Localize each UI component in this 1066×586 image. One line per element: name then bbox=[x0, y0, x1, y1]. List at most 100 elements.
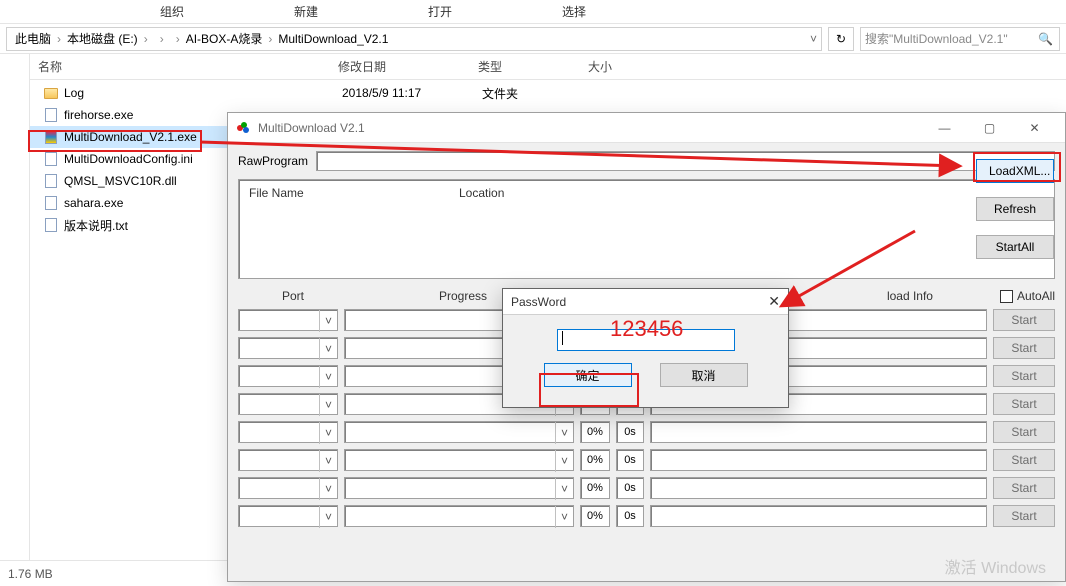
nav-row: 此电脑› 本地磁盘 (E:)› › › AI-BOX-A烧录› MultiDow… bbox=[0, 24, 1066, 54]
search-input[interactable]: 搜索"MultiDownload_V2.1" 🔍 bbox=[860, 27, 1060, 51]
file-type: 文件夹 bbox=[482, 85, 592, 102]
progress-percent: 0% bbox=[580, 505, 610, 527]
ribbon-tabs: 组织 新建 打开 选择 bbox=[0, 0, 1066, 24]
load-info bbox=[650, 477, 987, 499]
folder-icon bbox=[42, 85, 60, 101]
rawprogram-label: RawProgram bbox=[238, 154, 308, 168]
password-dialog: PassWord ✕ 确定 取消 bbox=[502, 288, 789, 408]
progress-select[interactable]: ˅ bbox=[344, 421, 574, 443]
start-button[interactable]: Start bbox=[993, 505, 1055, 527]
chevron-down-icon: ˅ bbox=[555, 478, 573, 500]
chevron-down-icon: ˅ bbox=[319, 310, 337, 332]
chevron-down-icon: ˅ bbox=[319, 394, 337, 416]
password-ok-button[interactable]: 确定 bbox=[544, 363, 632, 387]
password-input[interactable] bbox=[557, 329, 735, 351]
col-port: Port bbox=[238, 289, 348, 303]
rawprogram-path bbox=[316, 151, 1055, 171]
ribbon-tab-new[interactable]: 新建 bbox=[294, 3, 318, 20]
port-select[interactable]: ˅ bbox=[238, 365, 338, 387]
close-icon: ✕ bbox=[1029, 121, 1039, 135]
refresh-button[interactable]: ↻ bbox=[828, 27, 854, 51]
start-button[interactable]: Start bbox=[993, 337, 1055, 359]
ribbon-tab-org[interactable]: 组织 bbox=[160, 3, 184, 20]
col-size[interactable]: 大小 bbox=[580, 58, 670, 75]
file-row-folder[interactable]: Log 2018/5/9 11:17 文件夹 bbox=[30, 82, 1066, 104]
password-title-bar[interactable]: PassWord ✕ bbox=[503, 289, 788, 315]
download-row: ˅ ˅ 0% 0s Start bbox=[238, 421, 1055, 443]
file-name: sahara.exe bbox=[60, 196, 123, 210]
breadcrumb-dropdown-icon[interactable]: ˅ bbox=[810, 32, 817, 46]
elapsed-time: 0s bbox=[616, 449, 644, 471]
exe-icon bbox=[42, 107, 60, 123]
start-button[interactable]: Start bbox=[993, 421, 1055, 443]
filelist-col-location: Location bbox=[449, 180, 514, 278]
progress-percent: 0% bbox=[580, 421, 610, 443]
search-icon: 🔍 bbox=[1038, 32, 1053, 46]
port-select[interactable]: ˅ bbox=[238, 337, 338, 359]
maximize-button[interactable]: ▢ bbox=[967, 113, 1012, 143]
chevron-down-icon: ˅ bbox=[319, 422, 337, 444]
file-name: QMSL_MSVC10R.dll bbox=[60, 174, 177, 188]
chevron-down-icon: ˅ bbox=[319, 450, 337, 472]
port-select[interactable]: ˅ bbox=[238, 421, 338, 443]
password-cancel-button[interactable]: 取消 bbox=[660, 363, 748, 387]
crumb-d4[interactable]: MultiDownload_V2.1 bbox=[274, 32, 392, 46]
file-name: 版本说明.txt bbox=[60, 217, 128, 234]
file-name: firehorse.exe bbox=[60, 108, 133, 122]
nav-tree[interactable] bbox=[0, 54, 30, 560]
start-button[interactable]: Start bbox=[993, 365, 1055, 387]
breadcrumb[interactable]: 此电脑› 本地磁盘 (E:)› › › AI-BOX-A烧录› MultiDow… bbox=[6, 27, 822, 51]
port-select[interactable]: ˅ bbox=[238, 505, 338, 527]
file-name: MultiDownload_V2.1.exe bbox=[60, 130, 197, 144]
dll-icon bbox=[42, 173, 60, 189]
close-button[interactable]: ✕ bbox=[1012, 113, 1057, 143]
start-button[interactable]: Start bbox=[993, 449, 1055, 471]
ribbon-tab-open[interactable]: 打开 bbox=[428, 3, 452, 20]
file-name: MultiDownloadConfig.ini bbox=[60, 152, 193, 166]
crumb-drive[interactable]: 本地磁盘 (E:) bbox=[63, 30, 142, 47]
progress-percent: 0% bbox=[580, 477, 610, 499]
window-title: MultiDownload V2.1 bbox=[258, 121, 365, 135]
port-select[interactable]: ˅ bbox=[238, 477, 338, 499]
file-list-header[interactable]: 名称 修改日期 类型 大小 bbox=[30, 54, 1066, 80]
txt-icon bbox=[42, 217, 60, 233]
startall-button[interactable]: StartAll bbox=[976, 235, 1054, 259]
ribbon-tab-select[interactable]: 选择 bbox=[562, 3, 586, 20]
loadxml-button[interactable]: LoadXML... bbox=[976, 159, 1054, 183]
filelist-col-filename: File Name bbox=[239, 180, 449, 278]
start-button[interactable]: Start bbox=[993, 477, 1055, 499]
port-select[interactable]: ˅ bbox=[238, 393, 338, 415]
chevron-down-icon: ˅ bbox=[555, 506, 573, 528]
crumb-root[interactable]: 此电脑 bbox=[11, 30, 55, 47]
refresh-icon: ↻ bbox=[836, 32, 846, 46]
col-name[interactable]: 名称 bbox=[30, 58, 330, 75]
progress-percent: 0% bbox=[580, 449, 610, 471]
load-info bbox=[650, 505, 987, 527]
crumb-d3[interactable]: AI-BOX-A烧录 bbox=[182, 30, 267, 47]
file-list-box[interactable]: File Name Location bbox=[238, 179, 1055, 279]
start-button[interactable]: Start bbox=[993, 393, 1055, 415]
minimize-icon: — bbox=[939, 121, 951, 135]
chevron-down-icon: ˅ bbox=[555, 422, 573, 444]
col-type[interactable]: 类型 bbox=[470, 58, 580, 75]
progress-select[interactable]: ˅ bbox=[344, 477, 574, 499]
refresh-button-md[interactable]: Refresh bbox=[976, 197, 1054, 221]
minimize-button[interactable]: — bbox=[922, 113, 967, 143]
port-select[interactable]: ˅ bbox=[238, 309, 338, 331]
port-select[interactable]: ˅ bbox=[238, 449, 338, 471]
search-placeholder: 搜索"MultiDownload_V2.1" bbox=[865, 30, 1008, 47]
progress-select[interactable]: ˅ bbox=[344, 505, 574, 527]
close-icon[interactable]: ✕ bbox=[768, 293, 780, 310]
elapsed-time: 0s bbox=[616, 421, 644, 443]
file-date: 2018/5/9 11:17 bbox=[342, 86, 482, 100]
autoall-checkbox[interactable] bbox=[1000, 290, 1013, 303]
progress-select[interactable]: ˅ bbox=[344, 449, 574, 471]
start-button[interactable]: Start bbox=[993, 309, 1055, 331]
window-title-bar[interactable]: MultiDownload V2.1 — ▢ ✕ bbox=[228, 113, 1065, 143]
col-date[interactable]: 修改日期 bbox=[330, 58, 470, 75]
load-info bbox=[650, 421, 987, 443]
load-info bbox=[650, 449, 987, 471]
chevron-down-icon: ˅ bbox=[319, 478, 337, 500]
password-title: PassWord bbox=[511, 295, 566, 309]
chevron-down-icon: ˅ bbox=[319, 366, 337, 388]
